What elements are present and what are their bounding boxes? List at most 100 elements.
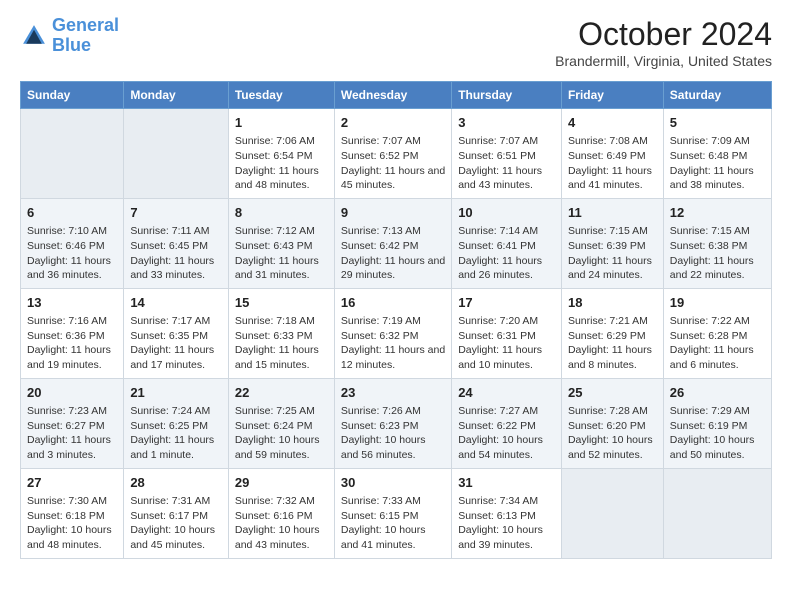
day-number: 14 — [130, 294, 222, 312]
week-row-1: 1Sunrise: 7:06 AMSunset: 6:54 PMDaylight… — [21, 109, 772, 199]
day-info: Sunrise: 7:21 AMSunset: 6:29 PMDaylight:… — [568, 314, 657, 373]
day-info: Sunrise: 7:10 AMSunset: 6:46 PMDaylight:… — [27, 224, 117, 283]
day-info: Sunrise: 7:28 AMSunset: 6:20 PMDaylight:… — [568, 404, 657, 463]
day-info: Sunrise: 7:14 AMSunset: 6:41 PMDaylight:… — [458, 224, 555, 283]
calendar-cell: 13Sunrise: 7:16 AMSunset: 6:36 PMDayligh… — [21, 288, 124, 378]
day-number: 4 — [568, 114, 657, 132]
calendar-cell: 7 Sunrise: 7:11 AMSunset: 6:45 PMDaylight… — [124, 198, 229, 288]
day-number: 10 — [458, 204, 555, 222]
calendar-cell: 21 Sunrise: 7:24 AMSunset: 6:25 PMDayligh… — [124, 378, 229, 468]
day-number: 31 — [458, 474, 555, 492]
day-number: 2 — [341, 114, 445, 132]
logo-general: General — [52, 15, 119, 35]
day-info: Sunrise: 7:32 AMSunset: 6:16 PMDaylight:… — [235, 494, 328, 553]
calendar-cell — [561, 468, 663, 558]
header-row: Sunday Monday Tuesday Wednesday Thursday… — [21, 82, 772, 109]
day-number: 28 — [130, 474, 222, 492]
day-info: Sunrise: 7:07 AMSunset: 6:51 PMDaylight:… — [458, 134, 555, 193]
calendar-table: Sunday Monday Tuesday Wednesday Thursday… — [20, 81, 772, 559]
day-number: 23 — [341, 384, 445, 402]
day-info: Sunrise: 7:09 AMSunset: 6:48 PMDaylight:… — [670, 134, 765, 193]
calendar-cell — [124, 109, 229, 199]
day-number: 8 — [235, 204, 328, 222]
day-number: 3 — [458, 114, 555, 132]
week-row-5: 27Sunrise: 7:30 AMSunset: 6:18 PMDayligh… — [21, 468, 772, 558]
col-sunday: Sunday — [21, 82, 124, 109]
day-number: 21 — [130, 384, 222, 402]
day-number: 7 — [130, 204, 222, 222]
day-number: 13 — [27, 294, 117, 312]
calendar-cell: 29Sunrise: 7:32 AMSunset: 6:16 PMDayligh… — [228, 468, 334, 558]
day-info: Sunrise: 7:22 AMSunset: 6:28 PMDaylight:… — [670, 314, 765, 373]
calendar-cell: 20 Sunrise: 7:23 AMSunset: 6:27 PMDayligh… — [21, 378, 124, 468]
calendar-cell: 12Sunrise: 7:15 AMSunset: 6:38 PMDayligh… — [663, 198, 771, 288]
page-subtitle: Brandermill, Virginia, United States — [555, 53, 772, 69]
day-number: 26 — [670, 384, 765, 402]
calendar-header: Sunday Monday Tuesday Wednesday Thursday… — [21, 82, 772, 109]
day-info: Sunrise: 7:17 AMSunset: 6:35 PMDaylight:… — [130, 314, 222, 373]
day-number: 16 — [341, 294, 445, 312]
day-info: Sunrise: 7:27 AMSunset: 6:22 PMDaylight:… — [458, 404, 555, 463]
day-info: Sunrise: 7:26 AMSunset: 6:23 PMDaylight:… — [341, 404, 445, 463]
day-number: 17 — [458, 294, 555, 312]
calendar-body: 1Sunrise: 7:06 AMSunset: 6:54 PMDaylight… — [21, 109, 772, 559]
day-info: Sunrise: 7:18 AMSunset: 6:33 PMDaylight:… — [235, 314, 328, 373]
day-info: Sunrise: 7:30 AMSunset: 6:18 PMDaylight:… — [27, 494, 117, 553]
calendar-cell: 16Sunrise: 7:19 AMSunset: 6:32 PMDayligh… — [334, 288, 451, 378]
week-row-3: 13Sunrise: 7:16 AMSunset: 6:36 PMDayligh… — [21, 288, 772, 378]
col-thursday: Thursday — [452, 82, 562, 109]
day-info: Sunrise: 7:25 AMSunset: 6:24 PMDaylight:… — [235, 404, 328, 463]
calendar-cell — [663, 468, 771, 558]
week-row-4: 20 Sunrise: 7:23 AMSunset: 6:27 PMDayligh… — [21, 378, 772, 468]
day-info: Sunrise: 7:33 AMSunset: 6:15 PMDaylight:… — [341, 494, 445, 553]
day-number: 11 — [568, 204, 657, 222]
day-number: 20 — [27, 384, 117, 402]
calendar-cell: 1Sunrise: 7:06 AMSunset: 6:54 PMDaylight… — [228, 109, 334, 199]
calendar-cell: 23 Sunrise: 7:26 AMSunset: 6:23 PMDayligh… — [334, 378, 451, 468]
day-info: Sunrise: 7:24 AMSunset: 6:25 PMDaylight:… — [130, 404, 222, 463]
logo-text: General Blue — [52, 16, 119, 56]
day-info: Sunrise: 7:20 AMSunset: 6:31 PMDaylight:… — [458, 314, 555, 373]
col-tuesday: Tuesday — [228, 82, 334, 109]
day-number: 19 — [670, 294, 765, 312]
calendar-cell: 19 Sunrise: 7:22 AMSunset: 6:28 PMDayligh… — [663, 288, 771, 378]
calendar-cell: 26 Sunrise: 7:29 AMSunset: 6:19 PMDayligh… — [663, 378, 771, 468]
day-number: 6 — [27, 204, 117, 222]
day-number: 12 — [670, 204, 765, 222]
day-number: 30 — [341, 474, 445, 492]
col-wednesday: Wednesday — [334, 82, 451, 109]
calendar-cell: 24Sunrise: 7:27 AMSunset: 6:22 PMDayligh… — [452, 378, 562, 468]
day-info: Sunrise: 7:11 AMSunset: 6:45 PMDaylight:… — [130, 224, 222, 283]
calendar-cell: 14 Sunrise: 7:17 AMSunset: 6:35 PMDayligh… — [124, 288, 229, 378]
col-saturday: Saturday — [663, 82, 771, 109]
logo-blue: Blue — [52, 35, 91, 55]
day-info: Sunrise: 7:23 AMSunset: 6:27 PMDaylight:… — [27, 404, 117, 463]
day-info: Sunrise: 7:08 AMSunset: 6:49 PMDaylight:… — [568, 134, 657, 193]
calendar-cell — [21, 109, 124, 199]
calendar-cell: 5 Sunrise: 7:09 AMSunset: 6:48 PMDaylight… — [663, 109, 771, 199]
calendar-cell: 10 Sunrise: 7:14 AMSunset: 6:41 PMDayligh… — [452, 198, 562, 288]
calendar-cell: 17 Sunrise: 7:20 AMSunset: 6:31 PMDayligh… — [452, 288, 562, 378]
calendar-cell: 15 Sunrise: 7:18 AMSunset: 6:33 PMDayligh… — [228, 288, 334, 378]
calendar-cell: 6 Sunrise: 7:10 AMSunset: 6:46 PMDaylight… — [21, 198, 124, 288]
calendar-cell: 3 Sunrise: 7:07 AMSunset: 6:51 PMDaylight… — [452, 109, 562, 199]
calendar-cell: 28Sunrise: 7:31 AMSunset: 6:17 PMDayligh… — [124, 468, 229, 558]
day-info: Sunrise: 7:07 AMSunset: 6:52 PMDaylight:… — [341, 134, 445, 193]
logo-icon — [20, 22, 48, 50]
day-number: 15 — [235, 294, 328, 312]
day-info: Sunrise: 7:34 AMSunset: 6:13 PMDaylight:… — [458, 494, 555, 553]
day-number: 9 — [341, 204, 445, 222]
day-number: 25 — [568, 384, 657, 402]
calendar-cell: 30 Sunrise: 7:33 AMSunset: 6:15 PMDayligh… — [334, 468, 451, 558]
title-block: October 2024 Brandermill, Virginia, Unit… — [555, 16, 772, 69]
day-number: 1 — [235, 114, 328, 132]
day-info: Sunrise: 7:29 AMSunset: 6:19 PMDaylight:… — [670, 404, 765, 463]
day-info: Sunrise: 7:15 AMSunset: 6:39 PMDaylight:… — [568, 224, 657, 283]
page: General Blue October 2024 Brandermill, V… — [0, 0, 792, 575]
calendar-cell: 4 Sunrise: 7:08 AMSunset: 6:49 PMDaylight… — [561, 109, 663, 199]
col-friday: Friday — [561, 82, 663, 109]
day-info: Sunrise: 7:12 AMSunset: 6:43 PMDaylight:… — [235, 224, 328, 283]
day-info: Sunrise: 7:13 AMSunset: 6:42 PMDaylight:… — [341, 224, 445, 283]
day-number: 5 — [670, 114, 765, 132]
calendar-cell: 31 Sunrise: 7:34 AMSunset: 6:13 PMDayligh… — [452, 468, 562, 558]
